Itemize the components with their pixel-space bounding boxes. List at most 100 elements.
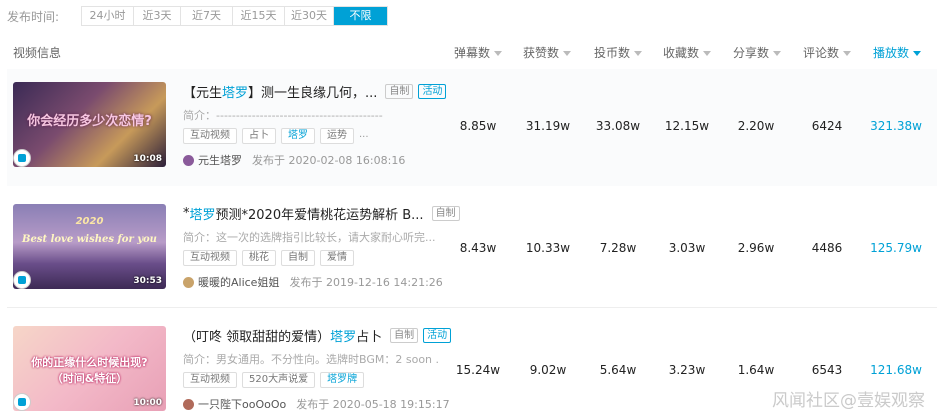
publish-time-filter: 发布时间: 24小时 近3天 近7天 近15天 近30天 不限 (0, 6, 388, 26)
activity-tag[interactable]: 活动 (418, 83, 447, 99)
video-meta: 一只陛下ooOoOo 发布于 2020-05-18 19:15:17 (183, 396, 450, 412)
header-video-info: 视频信息 (13, 46, 62, 60)
self-made-tag: 自制 (385, 83, 414, 99)
sort-caret-icon (913, 51, 922, 56)
tags-more: ... (359, 129, 369, 140)
header-likes[interactable]: 获赞数 (523, 42, 572, 64)
video-tags: 互动视频 520大声说爱 塔罗牌 (183, 372, 365, 388)
plays-count: 121.68w (870, 363, 922, 377)
self-made-tag: 自制 (431, 205, 460, 221)
tag-item[interactable]: 互动视频 (183, 372, 237, 388)
video-tags: 互动视频 占卜 塔罗 运势 ... (183, 128, 369, 144)
tag-item[interactable]: 自制 (281, 250, 315, 266)
video-thumbnail[interactable]: 2020 Best love wishes for you 30:53 (13, 204, 166, 289)
avatar[interactable] (183, 154, 194, 166)
comments-count: 6424 (811, 119, 843, 133)
sort-caret-icon (494, 51, 503, 56)
header-shares[interactable]: 分享数 (733, 42, 782, 64)
watermark: 风闻社区@壹娱观察 (772, 391, 925, 411)
tag-item[interactable]: 塔罗牌 (320, 372, 365, 388)
filter-15d-button[interactable]: 近15天 (233, 7, 285, 25)
shares-count: 2.20w (737, 119, 775, 133)
filter-unlimited-button[interactable]: 不限 (334, 7, 387, 25)
header-comments[interactable]: 评论数 (803, 42, 852, 64)
filter-label: 发布时间: (7, 9, 60, 24)
video-intro: 简介：这一次的选牌指引比较长，请大家耐心听完... (183, 231, 436, 244)
video-intro: 简介：男女通用。不分性向。选牌时BGM：2 soon ... (183, 353, 439, 366)
tag-item[interactable]: 520大声说爱 (242, 372, 316, 388)
sort-caret-icon (703, 51, 712, 56)
interactive-badge-icon (13, 271, 31, 289)
header-plays[interactable]: 播放数 (873, 42, 922, 64)
video-row: 2020 Best love wishes for you 30:53 * 塔罗预… (7, 191, 937, 308)
video-duration: 30:53 (133, 276, 162, 286)
video-thumbnail[interactable]: 你会经历多少次恋情? 10:08 (13, 82, 166, 167)
filter-30d-button[interactable]: 近30天 (285, 7, 334, 25)
coins-count: 7.28w (599, 241, 637, 255)
self-made-tag: 自制 (390, 327, 419, 343)
author-name[interactable]: 暖暖的Alice姐姐 (198, 274, 279, 290)
coins-count: 33.08w (595, 119, 641, 133)
shares-count: 1.64w (737, 363, 775, 377)
sort-caret-icon (843, 51, 852, 56)
header-danmaku[interactable]: 弹幕数 (454, 42, 503, 64)
favorites-count: 3.23w (668, 363, 706, 377)
sort-caret-icon (634, 51, 643, 56)
shares-count: 2.96w (737, 241, 775, 255)
tag-item[interactable]: 桃花 (242, 250, 276, 266)
avatar[interactable] (183, 398, 194, 410)
sort-caret-icon (563, 51, 572, 56)
tag-item[interactable]: 塔罗 (281, 128, 315, 144)
filter-7d-button[interactable]: 近7天 (181, 7, 233, 25)
activity-tag[interactable]: 活动 (423, 327, 452, 343)
video-thumbnail[interactable]: 你的正缘什么时候出现? （时间&特征） 10:00 (13, 326, 166, 411)
danmaku-count: 8.85w (459, 119, 497, 133)
tag-item[interactable]: 互动视频 (183, 250, 237, 266)
header-coins[interactable]: 投币数 (594, 42, 643, 64)
video-tags: 互动视频 桃花 自制 爱情 (183, 250, 354, 266)
video-title[interactable]: * 塔罗 预测*2020年爱情桃花运势解析 B... 自制 (183, 204, 460, 223)
danmaku-count: 8.43w (459, 241, 497, 255)
publish-date: 发布于 2020-02-08 16:08:16 (252, 154, 406, 167)
video-intro: 简介：-------------------------------------… (183, 109, 383, 122)
likes-count: 9.02w (529, 363, 567, 377)
video-title[interactable]: （叮咚 领取甜甜的爱情） 塔罗 占卜 自制 活动 (183, 326, 452, 345)
avatar[interactable] (183, 276, 194, 288)
filter-options: 24小时 近3天 近7天 近15天 近30天 不限 (81, 6, 388, 26)
header-favorites[interactable]: 收藏数 (663, 42, 712, 64)
tag-item[interactable]: 运势 (320, 128, 354, 144)
coins-count: 5.64w (599, 363, 637, 377)
plays-count: 321.38w (870, 119, 922, 133)
interactive-badge-icon (13, 393, 31, 411)
author-name[interactable]: 一只陛下ooOoOo (198, 396, 286, 412)
publish-date: 发布于 2019-12-16 14:21:26 (289, 276, 443, 289)
comments-count: 4486 (811, 241, 843, 255)
tag-item[interactable]: 互动视频 (183, 128, 237, 144)
thumbnail-caption-1: 你的正缘什么时候出现? (31, 356, 148, 369)
tag-item[interactable]: 占卜 (242, 128, 276, 144)
favorites-count: 3.03w (668, 241, 706, 255)
sort-caret-icon (773, 51, 782, 56)
filter-3d-button[interactable]: 近3天 (134, 7, 181, 25)
video-meta: 元生塔罗 发布于 2020-02-08 16:08:16 (183, 152, 405, 168)
thumbnail-caption: Best love wishes for you (22, 234, 157, 245)
video-row: 你会经历多少次恋情? 10:08 【元生 塔罗 】测一生良缘几何，... 自制 活动… (7, 69, 937, 186)
video-meta: 暖暖的Alice姐姐 发布于 2019-12-16 14:21:26 (183, 274, 443, 290)
thumbnail-caption-2: （时间&特征） (51, 372, 128, 385)
video-duration: 10:00 (133, 398, 162, 408)
publish-date: 发布于 2020-05-18 19:15:17 (296, 398, 450, 411)
interactive-badge-icon (13, 149, 31, 167)
video-duration: 10:08 (133, 154, 162, 164)
likes-count: 10.33w (525, 241, 571, 255)
author-name[interactable]: 元生塔罗 (198, 152, 242, 168)
thumbnail-year: 2020 (75, 216, 104, 227)
plays-count: 125.79w (870, 241, 922, 255)
table-header: 视频信息 弹幕数 获赞数 投币数 收藏数 分享数 评论数 播放数 (0, 42, 937, 64)
danmaku-count: 15.24w (455, 363, 501, 377)
favorites-count: 12.15w (664, 119, 710, 133)
tag-item[interactable]: 爱情 (320, 250, 354, 266)
likes-count: 31.19w (525, 119, 571, 133)
video-title[interactable]: 【元生 塔罗 】测一生良缘几何，... 自制 活动 (183, 82, 447, 101)
filter-24h-button[interactable]: 24小时 (82, 7, 134, 25)
thumbnail-caption: 你会经历多少次恋情? (27, 114, 152, 129)
